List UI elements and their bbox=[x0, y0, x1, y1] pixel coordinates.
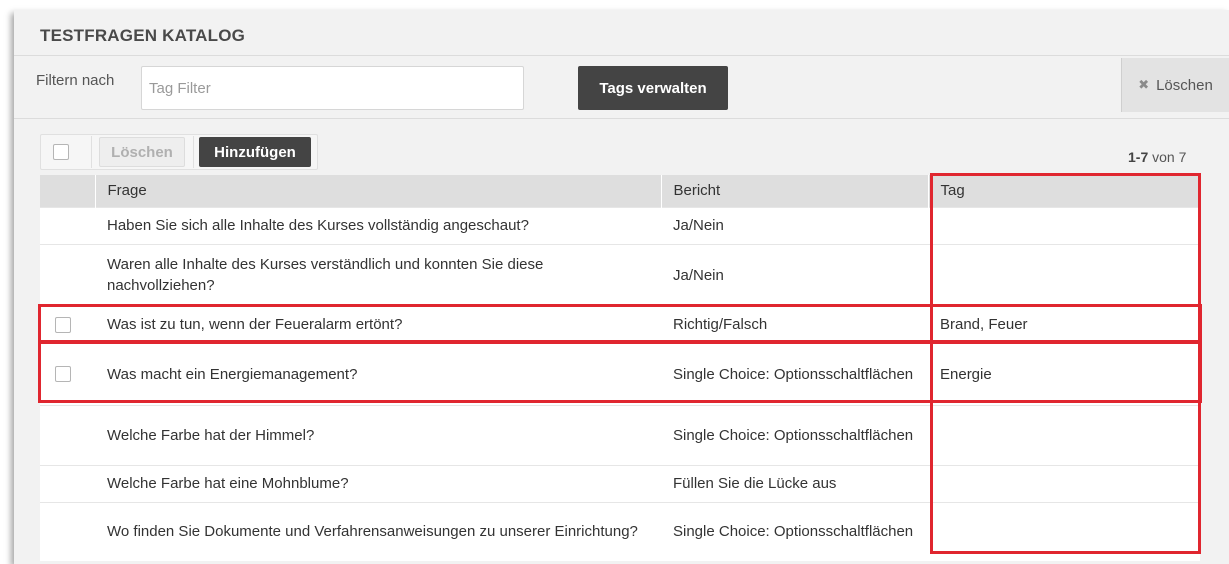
row-select-cell bbox=[40, 206, 95, 244]
tag-cell bbox=[928, 404, 1200, 465]
tag-cell bbox=[928, 501, 1200, 561]
pagination-range: 1-7 bbox=[1128, 149, 1149, 165]
tag-filter-input[interactable] bbox=[141, 66, 524, 110]
row-select-cell bbox=[40, 501, 95, 561]
tag-cell bbox=[928, 243, 1200, 306]
row-checkbox[interactable] bbox=[55, 366, 71, 382]
tag-cell: Brand, Feuer bbox=[928, 305, 1200, 343]
report-cell: Single Choice: Optionsschaltflächen bbox=[661, 342, 928, 405]
question-cell: Welche Farbe hat der Himmel? bbox=[95, 404, 661, 465]
filter-divider bbox=[14, 118, 1229, 119]
clear-filter-label: Löschen bbox=[1156, 76, 1213, 94]
close-icon: ✖ bbox=[1138, 77, 1150, 92]
tag-cell bbox=[928, 206, 1200, 244]
table-row[interactable]: Was ist zu tun, wenn der Feueralarm ertö… bbox=[40, 305, 1200, 343]
report-cell: Füllen Sie die Lücke aus bbox=[661, 464, 928, 502]
page-title: TESTFRAGEN KATALOG bbox=[40, 26, 246, 45]
column-header-question[interactable]: Frage bbox=[94, 175, 661, 207]
column-header-tag[interactable]: Tag bbox=[927, 175, 1200, 207]
questions-table: Frage Bericht Tag Haben Sie sich alle In… bbox=[40, 175, 1200, 561]
report-cell: Single Choice: Optionsschaltflächen bbox=[661, 404, 928, 465]
toolbar-divider bbox=[91, 136, 92, 168]
row-select-cell bbox=[40, 305, 95, 343]
row-select-cell bbox=[40, 342, 95, 405]
row-select-cell bbox=[40, 464, 95, 502]
tag-cell bbox=[928, 464, 1200, 502]
question-cell: Haben Sie sich alle Inhalte des Kurses v… bbox=[95, 206, 661, 244]
row-select-cell bbox=[40, 243, 95, 306]
report-cell: Richtig/Falsch bbox=[661, 305, 928, 343]
tag-cell: Energie bbox=[928, 342, 1200, 405]
question-cell: Wo finden Sie Dokumente und Verfahrensan… bbox=[95, 501, 661, 561]
add-button[interactable]: Hinzufügen bbox=[199, 137, 311, 167]
question-cell: Was ist zu tun, wenn der Feueralarm ertö… bbox=[95, 305, 661, 343]
pagination-info: 1-7 von 7 bbox=[1128, 149, 1186, 165]
row-checkbox[interactable] bbox=[55, 316, 71, 333]
report-cell: Ja/Nein bbox=[661, 206, 928, 244]
select-all-checkbox[interactable] bbox=[53, 144, 69, 160]
row-select-cell bbox=[40, 404, 95, 465]
column-header-select bbox=[40, 175, 95, 207]
table-header-row: Frage Bericht Tag bbox=[40, 175, 1200, 207]
table-row[interactable]: Wo finden Sie Dokumente und Verfahrensan… bbox=[40, 501, 1200, 561]
question-cell: Was macht ein Energiemanagement? bbox=[95, 342, 661, 405]
table-row[interactable]: Haben Sie sich alle Inhalte des Kurses v… bbox=[40, 206, 1200, 244]
table-row[interactable]: Welche Farbe hat eine Mohnblume? Füllen … bbox=[40, 464, 1200, 502]
report-cell: Single Choice: Optionsschaltflächen bbox=[661, 501, 928, 561]
delete-button[interactable]: Löschen bbox=[99, 137, 185, 167]
table-row[interactable]: Was macht ein Energiemanagement? Single … bbox=[40, 342, 1200, 405]
column-header-report[interactable]: Bericht bbox=[660, 175, 928, 207]
filter-label: Filtern nach bbox=[36, 72, 115, 89]
pagination-of: von bbox=[1152, 149, 1175, 165]
pagination-total: 7 bbox=[1178, 149, 1187, 165]
report-cell: Ja/Nein bbox=[661, 243, 928, 306]
question-cell: Waren alle Inhalte des Kurses verständli… bbox=[95, 243, 661, 306]
clear-filter-button[interactable]: ✖ Löschen bbox=[1121, 58, 1229, 112]
manage-tags-button[interactable]: Tags verwalten bbox=[578, 66, 728, 110]
question-cell: Welche Farbe hat eine Mohnblume? bbox=[95, 464, 661, 502]
title-divider bbox=[14, 55, 1229, 56]
table-row[interactable]: Waren alle Inhalte des Kurses verständli… bbox=[40, 243, 1200, 306]
toolbar-divider bbox=[193, 136, 194, 168]
table-row[interactable]: Welche Farbe hat der Himmel? Single Choi… bbox=[40, 404, 1200, 465]
